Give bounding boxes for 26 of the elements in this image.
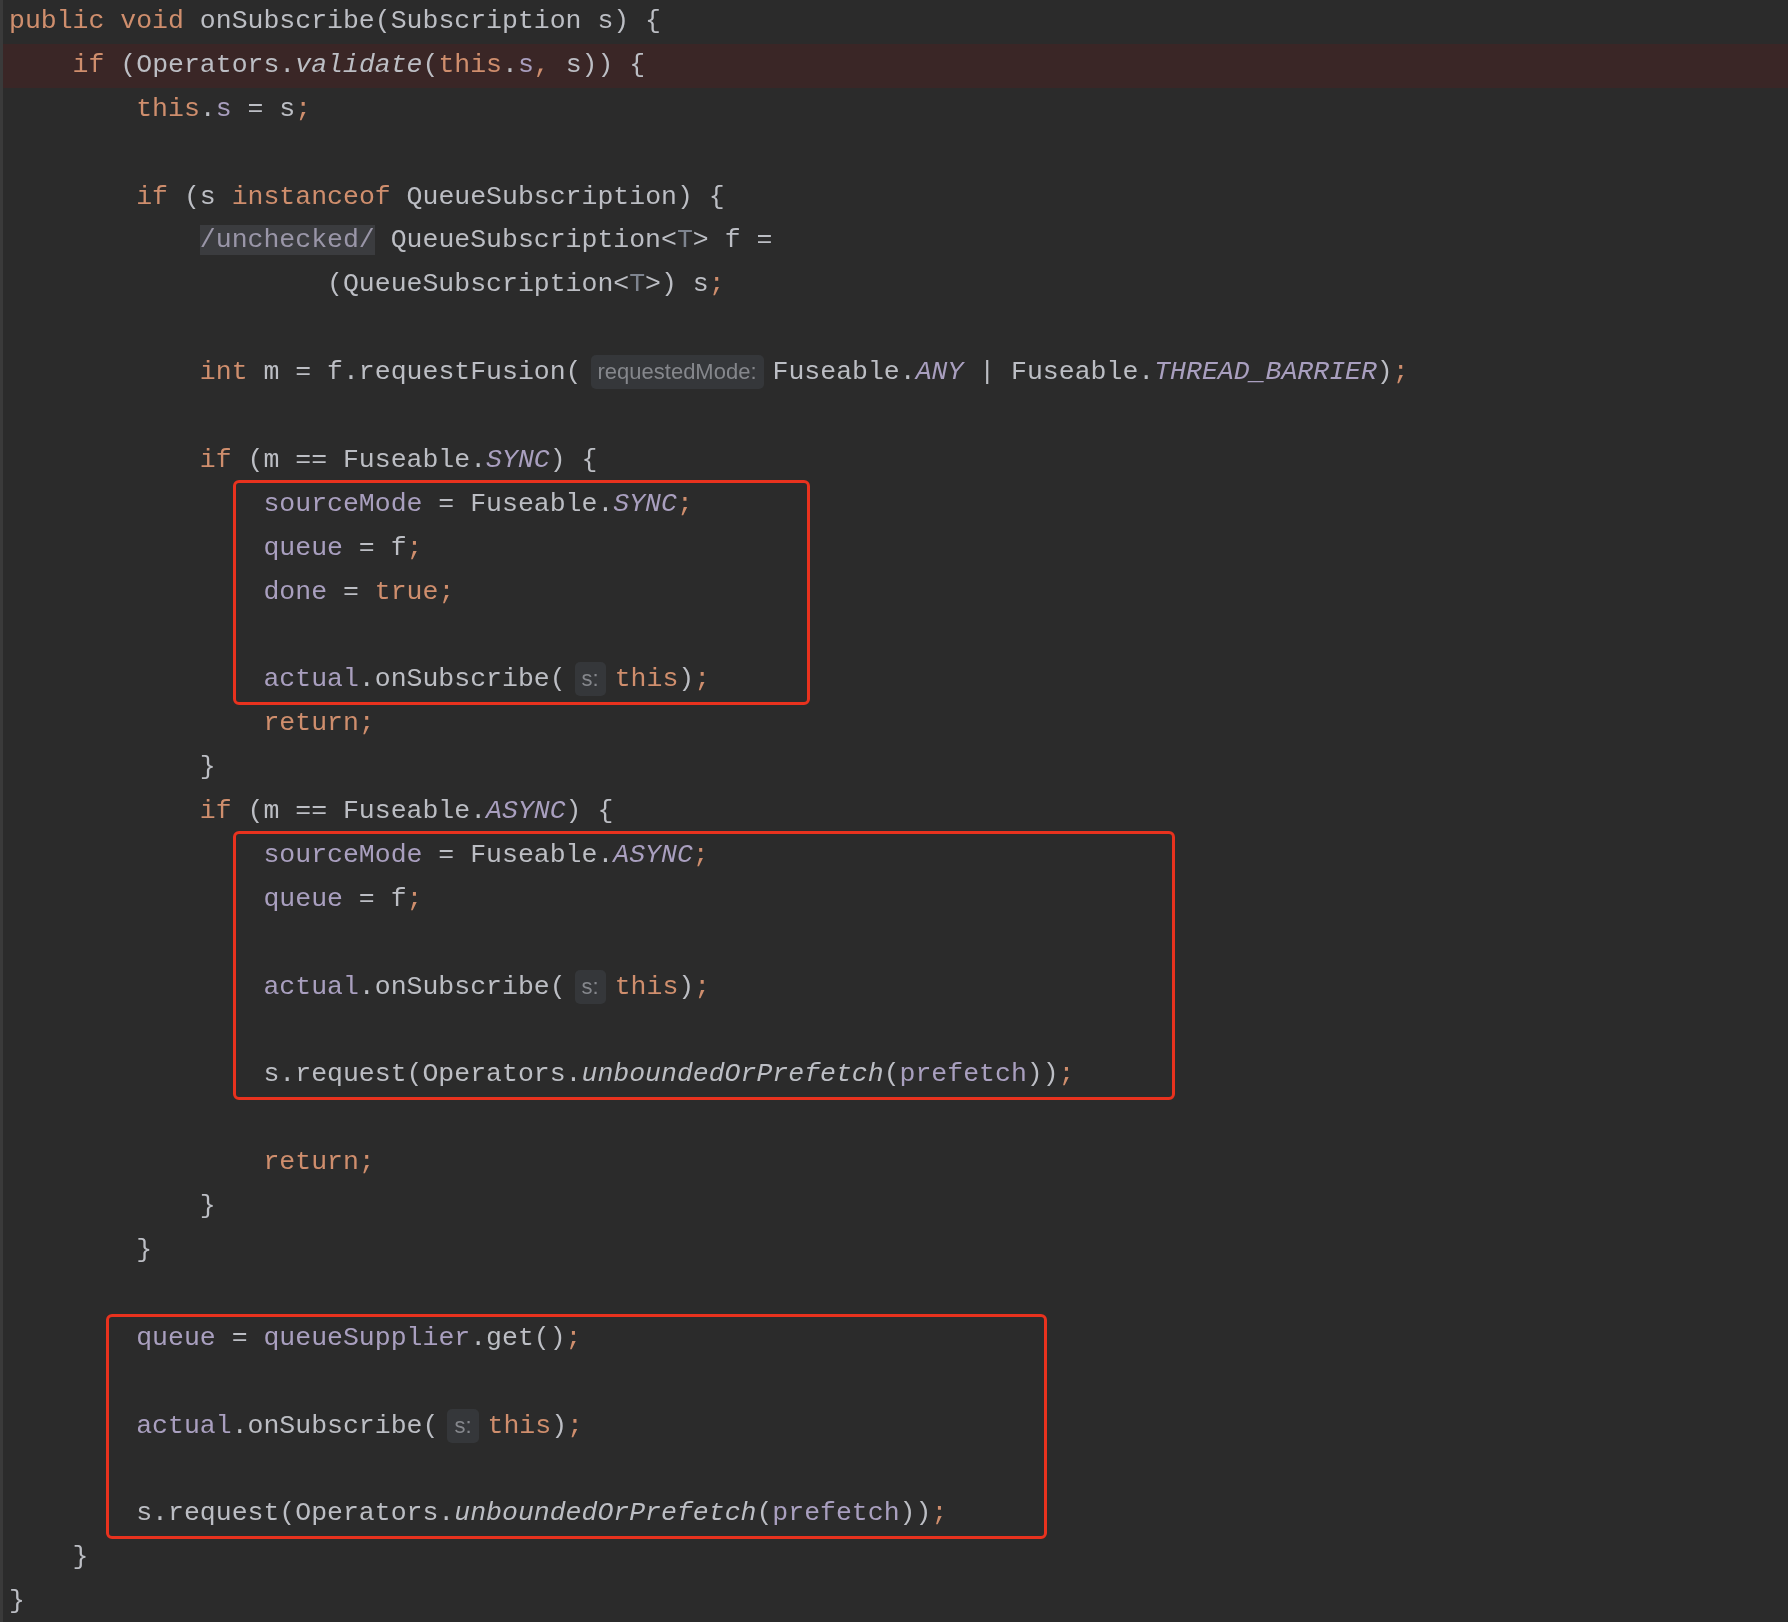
code-line: if (m == Fuseable.SYNC) {: [198, 443, 599, 477]
code-line: public void onSubscribe(Subscription s) {: [8, 5, 662, 38]
code-line: return;: [262, 1146, 376, 1180]
code-line: actual.onSubscribe( s: this);: [263, 968, 712, 1006]
code-line: done = true;: [263, 575, 456, 609]
code-line: }: [71, 1541, 90, 1575]
code-line: if (s instanceof QueueSubscription) {: [135, 180, 726, 214]
code-line: s.request(Operators.unboundedOrPrefetch(prefetch));: [136, 1497, 948, 1531]
code-line: return;: [262, 707, 376, 741]
code-line: actual.onSubscribe( s: this);: [263, 661, 711, 699]
code-line: queue = queueSupplier.get();: [136, 1321, 583, 1355]
code-line: queue = f;: [263, 882, 424, 916]
code-line: actual.onSubscribe( s: this);: [136, 1407, 584, 1445]
code-line: this.s = s;: [135, 92, 313, 126]
code-line: int m = f.requestFusion( requestedMode: Fuseable.ANY | Fuseable.THREAD_BARRIER);: [198, 354, 1410, 392]
code-line: sourceMode = Fuseable.SYNC;: [263, 487, 694, 521]
code-line: queue = f;: [263, 531, 424, 565]
code-line: }: [8, 1585, 26, 1619]
code-line: /unchecked/ QueueSubscription<T> f =: [198, 224, 774, 258]
code-line: s.request(Operators.unboundedOrPrefetch(prefetch));: [263, 1058, 1075, 1092]
code-line: }: [198, 1190, 217, 1224]
code-line: (QueueSubscription<T>) s;: [326, 268, 726, 302]
code-line: }: [135, 1233, 154, 1267]
code-line: }: [198, 751, 217, 785]
code-line: if (m == Fuseable.ASYNC) {: [198, 795, 615, 829]
code-line: sourceMode = Fuseable.ASYNC;: [263, 838, 710, 872]
